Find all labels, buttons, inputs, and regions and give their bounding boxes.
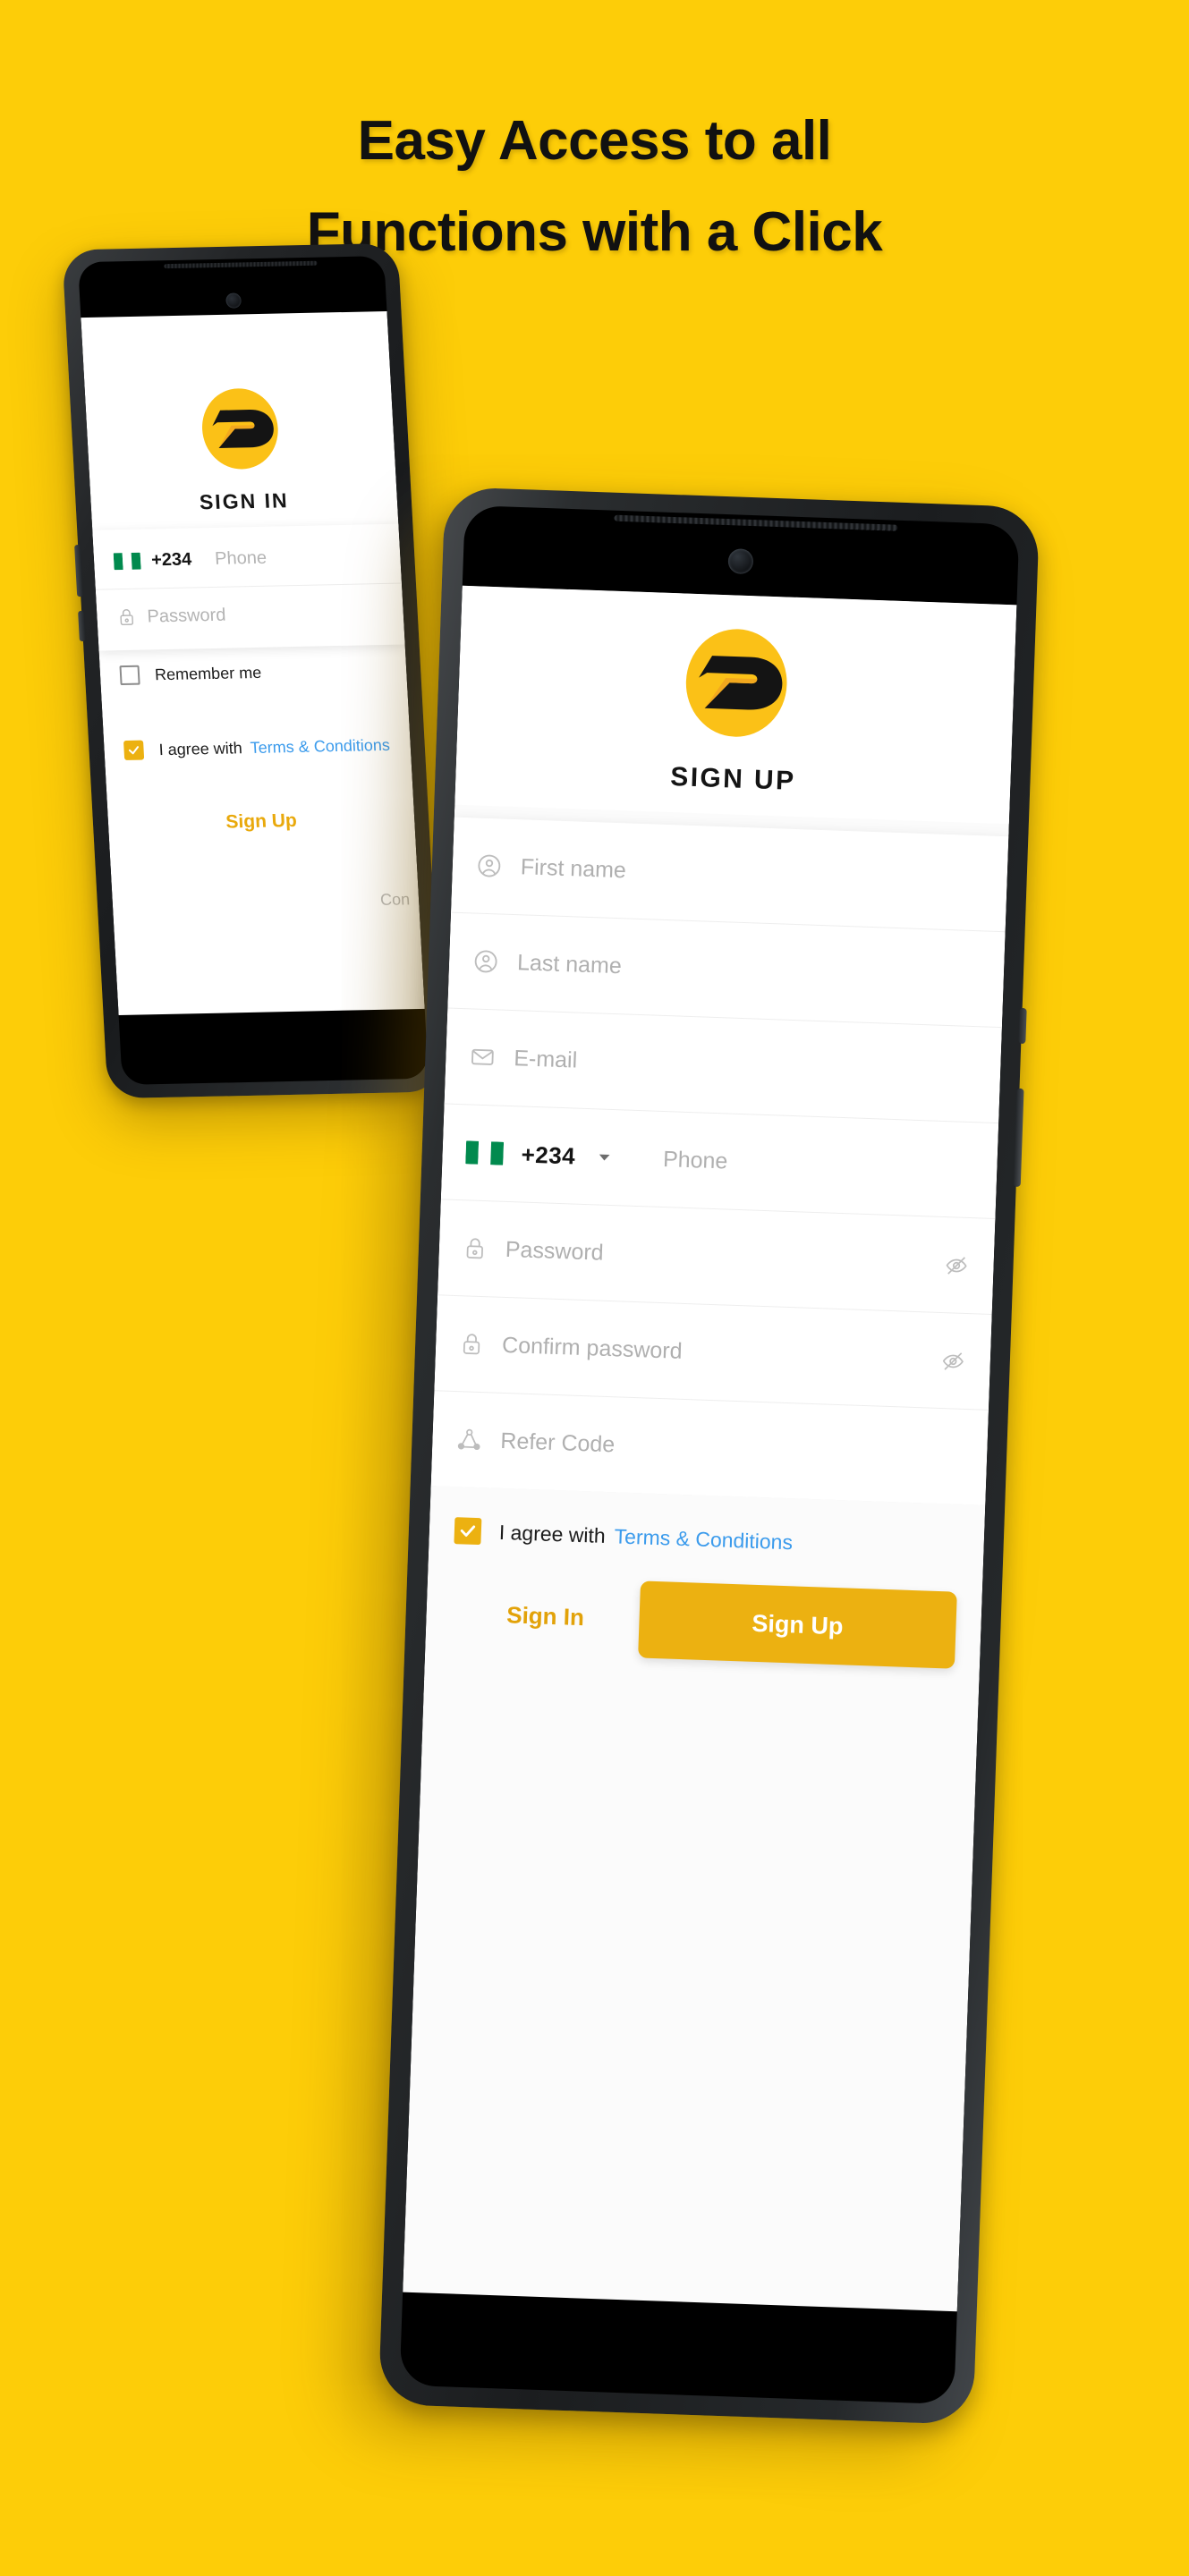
lock-icon xyxy=(463,1334,480,1355)
lock-icon xyxy=(120,609,134,626)
signin-app-screen: SIGN IN +234 Phone Password Remember me … xyxy=(81,310,425,1016)
power-button-front[interactable] xyxy=(1018,1007,1027,1045)
eye-off-icon[interactable] xyxy=(944,1253,969,1278)
continue-text-back[interactable]: Con xyxy=(379,890,410,910)
terms-checkbox-front[interactable] xyxy=(454,1517,482,1546)
phone-input-back[interactable]: Phone xyxy=(215,547,268,569)
chevron-down-icon[interactable] xyxy=(595,1148,614,1166)
nigeria-flag-icon xyxy=(113,552,141,570)
terms-checkbox-back[interactable] xyxy=(123,740,145,760)
refer-code-field-row[interactable]: Refer Code xyxy=(431,1391,989,1505)
check-icon xyxy=(460,1525,476,1537)
front-camera-icon xyxy=(727,548,754,575)
signup-link-back[interactable]: Sign Up xyxy=(107,808,414,835)
terms-link-back[interactable]: Terms & Conditions xyxy=(250,735,390,757)
headline-line-1: Easy Access to all xyxy=(357,110,832,172)
promo-canvas: Easy Access to all Functions with a Clic… xyxy=(0,0,1189,2576)
brand-d-logo xyxy=(195,385,285,472)
phone-screen-front: SIGN UP First name Last name E-mail +234… xyxy=(399,504,1020,2405)
signup-header: SIGN UP xyxy=(454,585,1017,825)
person-circle-icon xyxy=(474,950,497,973)
signup-actions: Sign In Sign Up xyxy=(424,1550,983,1699)
remember-me-label: Remember me xyxy=(154,663,262,683)
phone-screen-back: SIGN IN +234 Phone Password Remember me … xyxy=(78,256,429,1085)
signin-title: SIGN IN xyxy=(199,488,290,514)
earpiece-speaker-icon xyxy=(164,260,318,269)
terms-prefix-front: I agree with xyxy=(498,1520,607,1547)
password-field-row-back[interactable]: Password xyxy=(96,584,404,646)
front-camera-icon xyxy=(225,292,242,309)
page-title: Easy Access to all Functions with a Clic… xyxy=(0,106,1189,268)
password-input[interactable]: Password xyxy=(505,1236,604,1266)
country-code-back: +234 xyxy=(150,548,192,570)
last-name-input[interactable]: Last name xyxy=(517,950,623,979)
brand-d-logo xyxy=(677,623,795,741)
nigeria-flag-icon xyxy=(465,1140,505,1165)
phone-mockup-signup: SIGN UP First name Last name E-mail +234… xyxy=(378,487,1040,2425)
person-circle-icon xyxy=(478,854,501,877)
signin-fields-card: +234 Phone Password xyxy=(92,523,405,651)
sign-in-button[interactable]: Sign In xyxy=(451,1599,640,1633)
terms-row-back[interactable]: I agree with Terms & Conditions xyxy=(123,735,400,760)
phone-input-front[interactable]: Phone xyxy=(663,1147,728,1175)
remember-me-row[interactable]: Remember me xyxy=(119,660,395,686)
email-input[interactable]: E-mail xyxy=(514,1046,578,1073)
confirm-password-input[interactable]: Confirm password xyxy=(502,1332,683,1364)
first-name-input[interactable]: First name xyxy=(520,854,626,884)
signup-fields-card: First name Last name E-mail +234 Phone P… xyxy=(430,817,1009,1505)
phone-mockup-signin: SIGN IN +234 Phone Password Remember me … xyxy=(62,242,444,1099)
country-code-front: +234 xyxy=(521,1140,576,1170)
sign-up-button[interactable]: Sign Up xyxy=(638,1580,957,1669)
terms-prefix-back: I agree with xyxy=(158,738,243,758)
eye-off-icon[interactable] xyxy=(940,1349,965,1374)
lock-icon xyxy=(466,1238,483,1259)
signup-app-screen: SIGN UP First name Last name E-mail +234… xyxy=(403,585,1017,2312)
signup-title: SIGN UP xyxy=(669,762,797,796)
refer-code-input[interactable]: Refer Code xyxy=(500,1428,616,1457)
check-icon xyxy=(128,746,140,755)
terms-link-front[interactable]: Terms & Conditions xyxy=(614,1524,793,1555)
remember-me-checkbox[interactable] xyxy=(119,665,140,686)
referral-network-icon xyxy=(457,1428,480,1451)
phone-field-row-back[interactable]: +234 Phone xyxy=(92,527,402,590)
password-input-back[interactable]: Password xyxy=(147,605,226,627)
envelope-icon xyxy=(471,1048,494,1065)
